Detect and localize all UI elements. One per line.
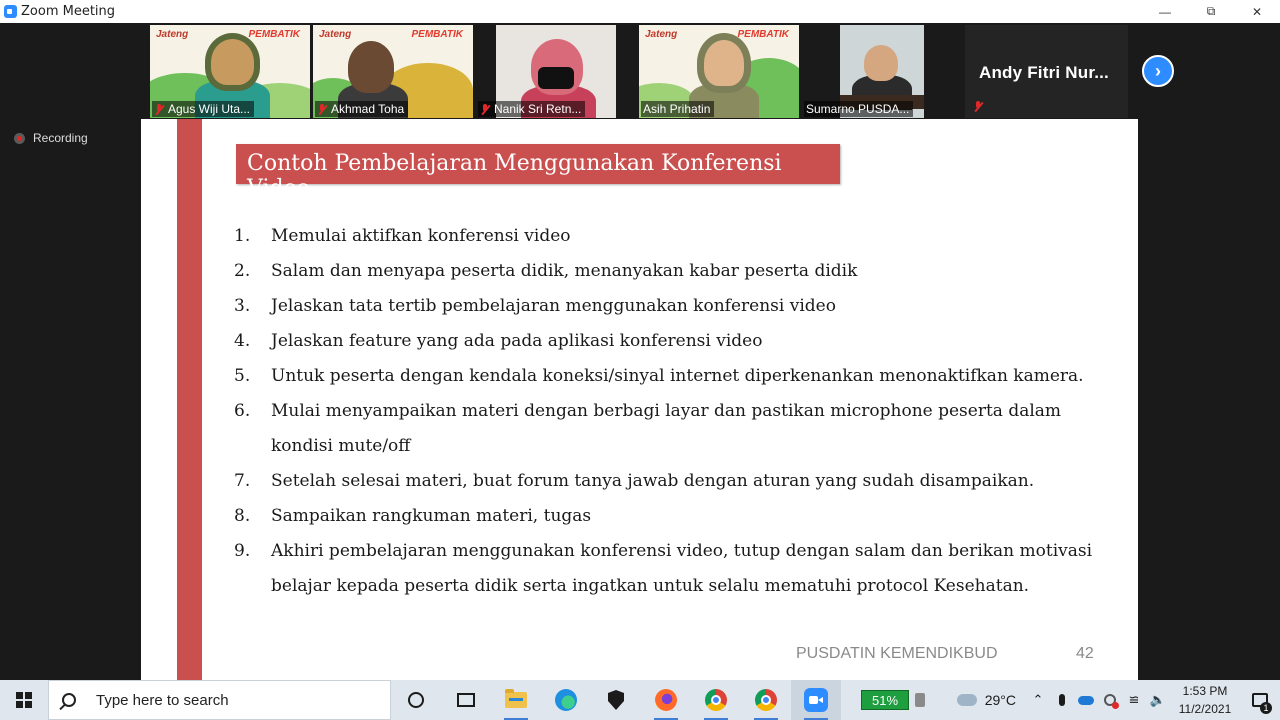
taskbar-chrome-2[interactable] xyxy=(741,680,791,720)
power-plug-icon xyxy=(915,693,925,707)
taskbar-search-box[interactable]: Type here to search xyxy=(48,680,391,720)
edge-icon xyxy=(555,689,577,711)
participant-tile-active-speaker[interactable]: Jateng PEMBATIK Asih Prihatin xyxy=(639,25,799,118)
network-warning-icon xyxy=(1104,694,1119,709)
recording-indicator[interactable]: Recording xyxy=(14,131,88,145)
taskbar-file-explorer[interactable] xyxy=(491,680,541,720)
microphone-tray-icon[interactable] xyxy=(1050,680,1074,720)
shared-screen-slide: Contoh Pembelajaran Menggunakan Konferen… xyxy=(141,119,1138,680)
chrome-icon xyxy=(755,689,777,711)
taskbar-security[interactable] xyxy=(591,680,641,720)
participant-tile[interactable]: Nanik Sri Retn... xyxy=(476,25,636,118)
event-banner: PEMBATIK xyxy=(248,29,300,40)
microphone-muted-icon xyxy=(480,103,490,115)
event-logo: Jateng xyxy=(156,29,189,40)
list-item: 5. Untuk peserta dengan kendala koneksi/s… xyxy=(234,366,1084,386)
wifi-tray-icon[interactable]: ≌ xyxy=(1122,680,1146,720)
network-status-tray-icon[interactable] xyxy=(1098,680,1122,720)
list-item: 8. Sampaikan rangkuman materi, tugas xyxy=(234,506,592,526)
chevron-up-icon: ⌃ xyxy=(1032,692,1044,707)
slide-footer: PUSDATIN KEMENDIKBUD xyxy=(796,645,998,662)
search-icon xyxy=(62,693,76,707)
taskbar-firefox[interactable] xyxy=(641,680,691,720)
taskbar-edge[interactable] xyxy=(541,680,591,720)
participant-gallery: Jateng PEMBATIK Agus Wiji Uta... Jateng … xyxy=(150,25,965,118)
windows-logo-icon xyxy=(16,692,32,708)
participant-tile-no-video[interactable]: Andy Fitri Nur... xyxy=(965,25,1128,118)
system-tray: 29°C ⌃ ≌ 🔈 1:53 PM 11/2/2021 1 xyxy=(956,680,1280,720)
volume-tray-icon[interactable]: 🔈 xyxy=(1146,680,1170,720)
participant-tile[interactable]: Sumarno PUSDA... xyxy=(802,25,962,118)
slide-accent-bar xyxy=(177,119,202,680)
list-item: 2. Salam dan menyapa peserta didik, menan… xyxy=(234,261,858,281)
window-titlebar: Zoom Meeting — ⧉ ✕ xyxy=(0,0,1280,23)
start-button[interactable] xyxy=(0,680,48,720)
restore-button[interactable]: ⧉ xyxy=(1188,0,1234,23)
action-center-button[interactable]: 1 xyxy=(1240,680,1280,720)
onedrive-cloud-icon xyxy=(1078,695,1094,705)
cortana-button[interactable] xyxy=(391,680,441,720)
event-banner: PEMBATIK xyxy=(411,29,463,40)
microphone-muted-icon xyxy=(973,100,983,112)
microphone-icon xyxy=(1059,694,1065,706)
slide-page-number: 42 xyxy=(1076,645,1094,662)
weather-cloud-icon xyxy=(956,694,977,706)
show-hidden-icons-button[interactable]: ⌃ xyxy=(1026,680,1050,720)
minimize-button[interactable]: — xyxy=(1142,0,1188,23)
task-view-icon xyxy=(457,693,475,707)
participant-name: Agus Wiji Uta... xyxy=(152,101,255,117)
wifi-icon: ≌ xyxy=(1128,692,1140,707)
clock-date: 11/2/2021 xyxy=(1178,702,1232,716)
search-placeholder: Type here to search xyxy=(96,691,229,709)
participant-name: Asih Prihatin xyxy=(641,101,715,117)
security-shield-icon xyxy=(608,690,624,710)
onedrive-tray-icon[interactable] xyxy=(1074,680,1098,720)
participant-tile[interactable]: Jateng PEMBATIK Akhmad Toha xyxy=(313,25,473,118)
list-item: 3. Jelaskan tata tertib pembelajaran meng… xyxy=(234,296,836,316)
participant-name: Nanik Sri Retn... xyxy=(478,101,586,117)
meeting-area: Jateng PEMBATIK Agus Wiji Uta... Jateng … xyxy=(0,23,1280,680)
zoom-icon xyxy=(804,688,828,712)
participant-tile[interactable]: Jateng PEMBATIK Agus Wiji Uta... xyxy=(150,25,310,118)
participant-name: Andy Fitri Nur... xyxy=(979,63,1109,82)
list-item: 4. Jelaskan feature yang ada pada aplikas… xyxy=(234,331,763,351)
zoom-app-icon xyxy=(4,5,17,18)
list-item: 9. Akhiri pembelajaran menggunakan konfer… xyxy=(234,541,1093,596)
list-item: 7. Setelah selesai materi, buat forum tan… xyxy=(234,471,1035,491)
microphone-muted-icon xyxy=(317,103,327,115)
participant-name: Akhmad Toha xyxy=(315,101,409,117)
next-page-button[interactable]: › xyxy=(1142,55,1174,87)
weather-widget[interactable]: 29°C xyxy=(956,692,1016,708)
file-explorer-icon xyxy=(505,689,527,708)
list-item: 6. Mulai menyampaikan materi dengan berba… xyxy=(234,401,1062,456)
list-item: 1. Memulai aktifkan konferensi video xyxy=(234,226,571,246)
taskbar-clock[interactable]: 1:53 PM 11/2/2021 xyxy=(1170,682,1240,718)
windows-taskbar: Type here to search 51% 29°C ⌃ ≌ 🔈 1:53 … xyxy=(0,680,1280,720)
taskbar-chrome[interactable] xyxy=(691,680,741,720)
taskbar-zoom[interactable] xyxy=(791,680,841,720)
battery-meter[interactable]: 51% xyxy=(861,690,909,710)
firefox-icon xyxy=(655,689,677,711)
chevron-right-icon: › xyxy=(1155,60,1161,81)
slide-item-list: 1. Memulai aktifkan konferensi video 2. Sa… xyxy=(234,219,1114,604)
clock-time: 1:53 PM xyxy=(1182,684,1228,698)
close-button[interactable]: ✕ xyxy=(1234,0,1280,23)
event-banner: PEMBATIK xyxy=(737,29,789,40)
speaker-icon: 🔈 xyxy=(1149,692,1167,707)
window-title: Zoom Meeting xyxy=(21,4,116,19)
event-logo: Jateng xyxy=(645,29,678,40)
record-icon xyxy=(14,132,25,144)
cortana-icon xyxy=(408,692,424,708)
task-view-button[interactable] xyxy=(441,680,491,720)
participant-name: Sumarno PUSDA... xyxy=(804,101,914,117)
microphone-muted-icon xyxy=(154,103,164,115)
slide-title: Contoh Pembelajaran Menggunakan Konferen… xyxy=(236,144,840,201)
notification-count: 1 xyxy=(1260,702,1272,714)
event-logo: Jateng xyxy=(319,29,352,40)
face-mask xyxy=(538,67,574,89)
chrome-icon xyxy=(705,689,727,711)
